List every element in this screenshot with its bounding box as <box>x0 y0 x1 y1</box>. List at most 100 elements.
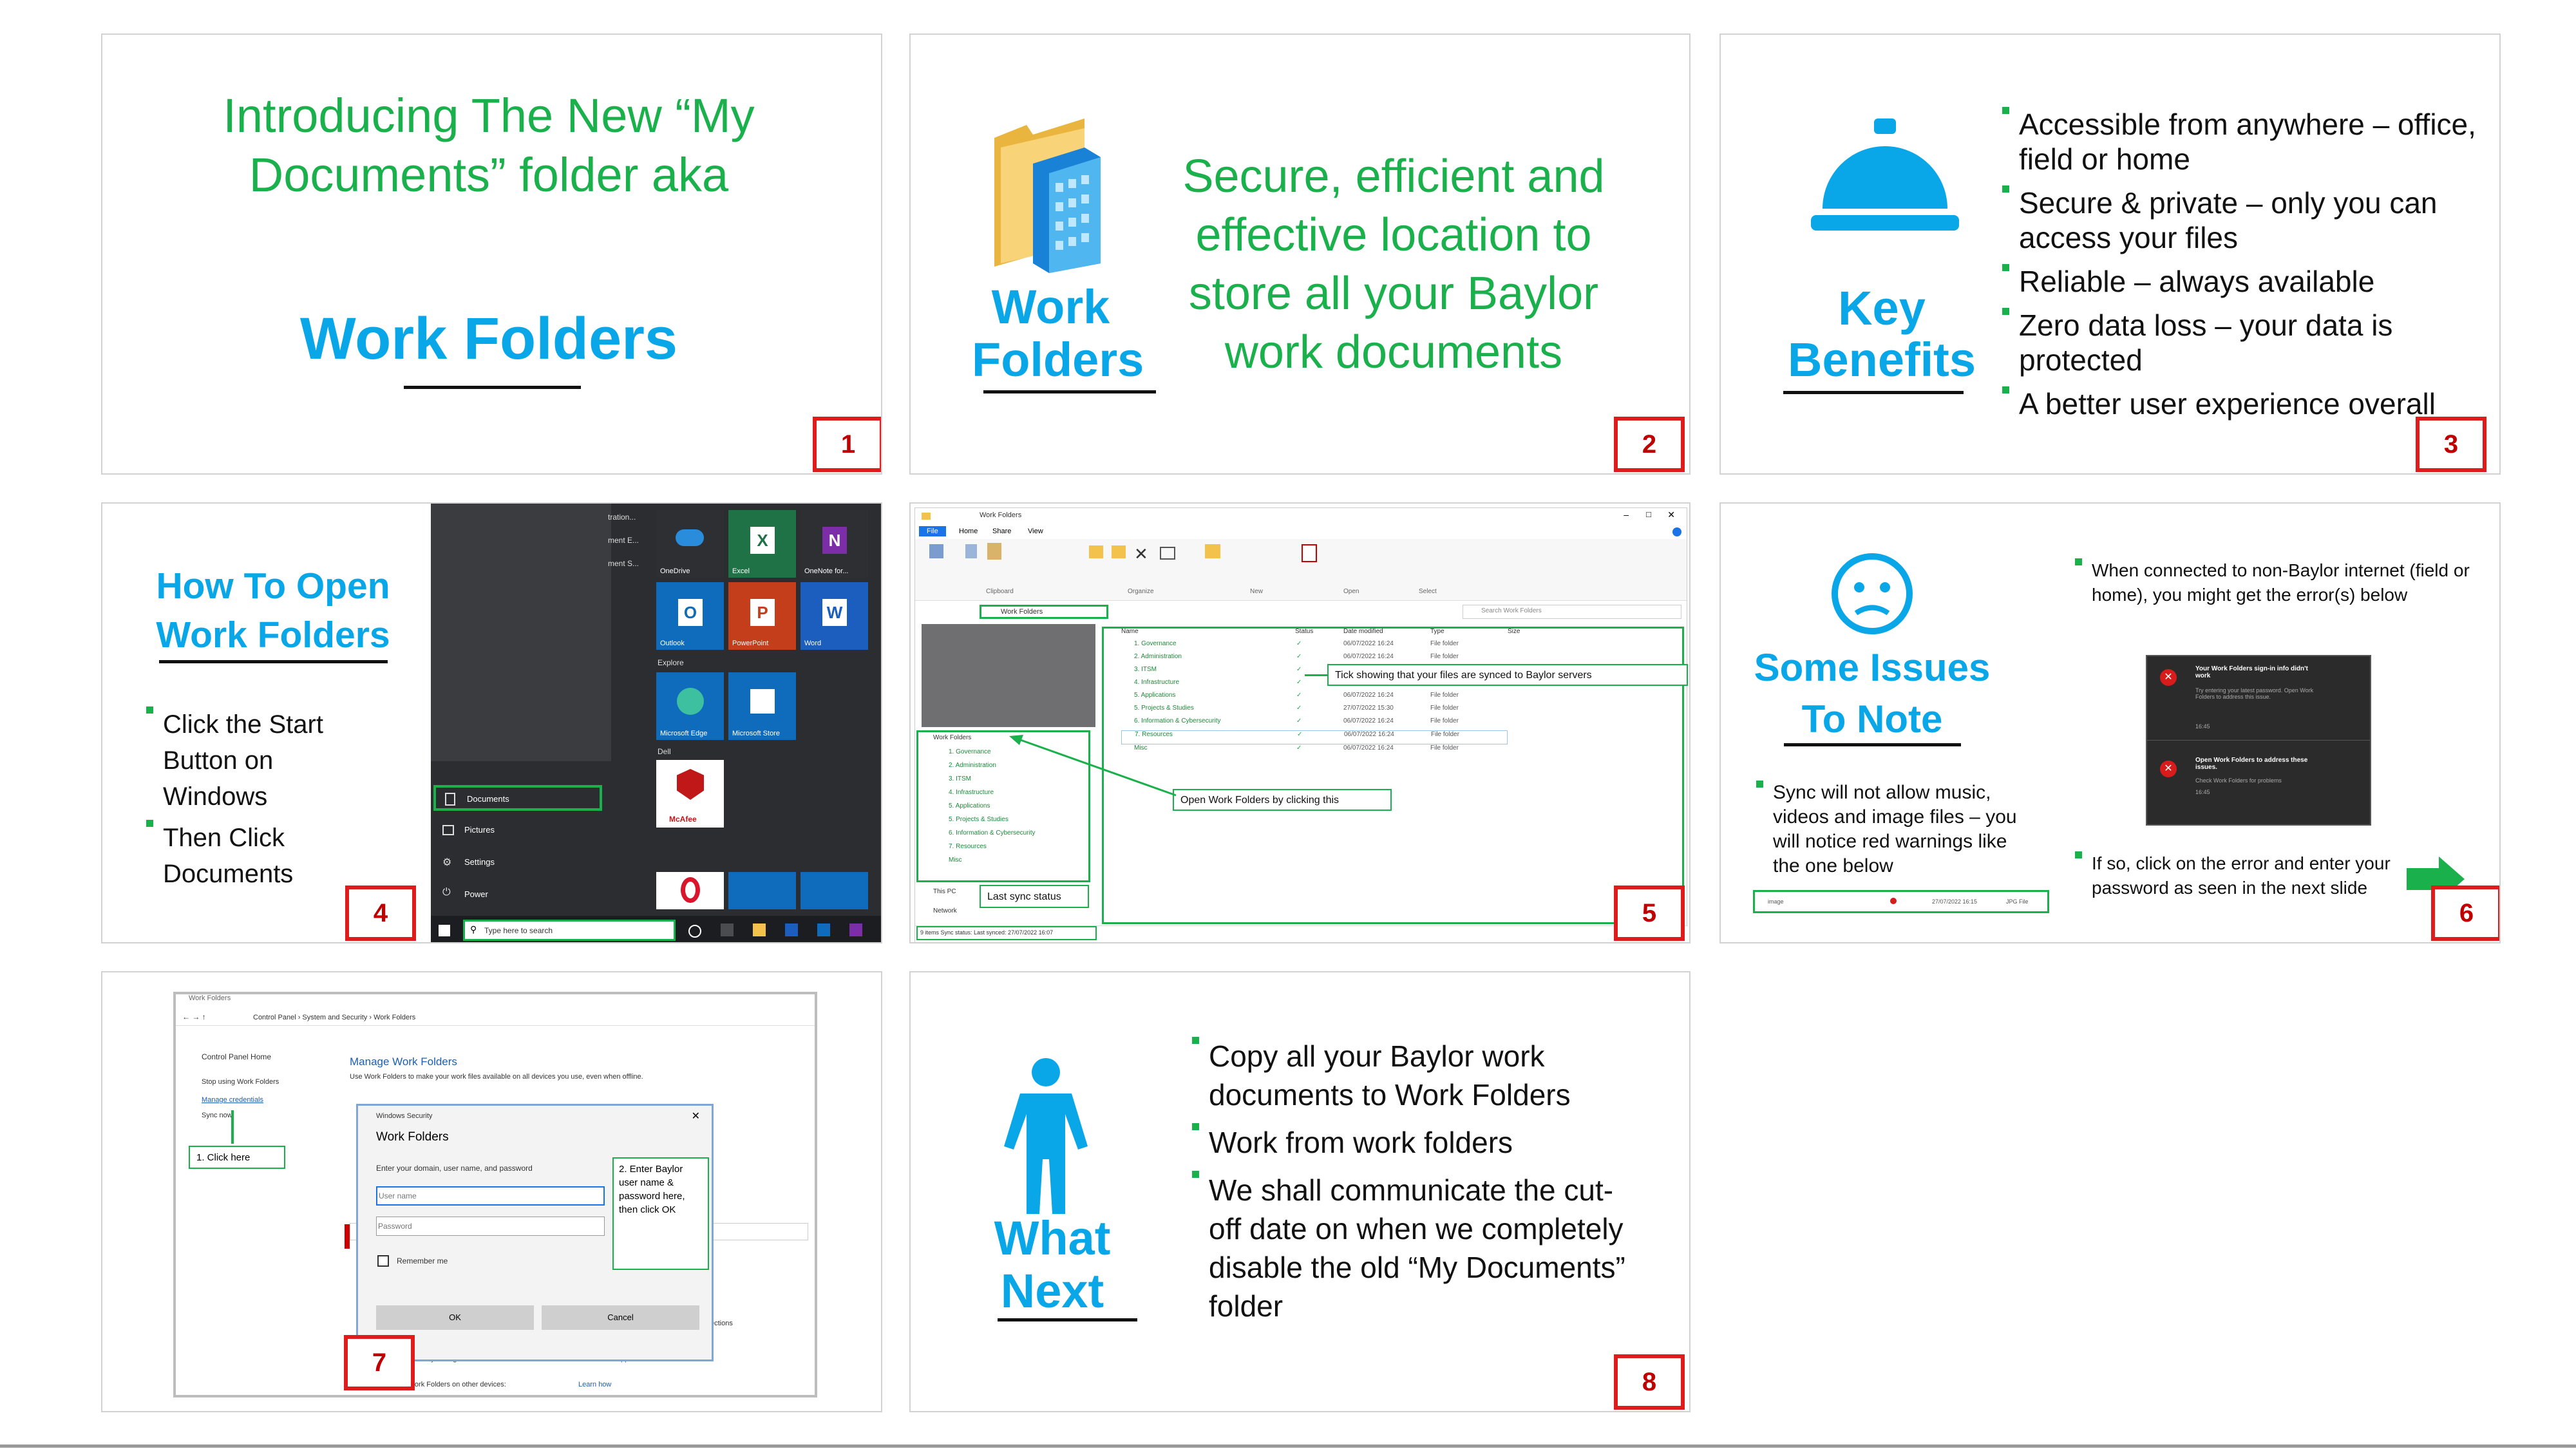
username-field[interactable] <box>376 1186 605 1206</box>
table-row[interactable]: 7. Resources ✓ 06/07/2022 16:24 File folder <box>1121 730 1508 744</box>
slide-8[interactable]: What Next Copy all your Baylor work docu… <box>909 971 1690 1412</box>
tile-opera[interactable] <box>656 872 724 909</box>
cp-link[interactable]: Control Panel Home <box>202 1052 271 1061</box>
ribbon-group-label: New <box>1250 588 1264 595</box>
taskbar-app-icon[interactable] <box>817 923 830 936</box>
nav-item[interactable]: 4. Infrastructure <box>949 789 994 796</box>
taskbar-search-input[interactable]: ⚲ Type here to search <box>463 920 676 941</box>
nav-item-network[interactable]: Network <box>933 907 957 914</box>
start-item-power[interactable]: ⏻ Power <box>433 882 602 907</box>
tile-word[interactable]: Word W <box>800 582 868 650</box>
pin-icon[interactable] <box>929 544 943 558</box>
slide-2[interactable]: Work Folders Secure, efficient and effec… <box>909 33 1690 475</box>
slide-4[interactable]: How To Open Work Folders Click the Start… <box>101 502 882 943</box>
new-folder-icon[interactable] <box>1205 544 1220 558</box>
column-header[interactable]: Type <box>1430 628 1444 635</box>
recent-item[interactable]: ment E... <box>608 536 639 545</box>
slide-6[interactable]: Some Issues To Note Sync will not allow … <box>1719 502 2501 943</box>
properties-icon[interactable] <box>1302 544 1317 562</box>
slide-4-title: How To Open Work Folders <box>156 565 390 656</box>
nav-item[interactable]: 2. Administration <box>949 762 996 769</box>
tile-excel[interactable]: Excel X <box>728 510 796 578</box>
slide-7[interactable]: Work Folders ← → ↑ Control Panel › Syste… <box>101 971 882 1412</box>
move-icon[interactable] <box>1089 545 1103 558</box>
password-field[interactable] <box>376 1217 605 1236</box>
nav-item[interactable]: 5. Applications <box>949 802 990 810</box>
maximize-icon[interactable]: □ <box>1646 509 1651 519</box>
nav-item[interactable]: 1. Governance <box>949 748 991 755</box>
column-header[interactable]: Date modified <box>1343 628 1383 635</box>
delete-icon[interactable]: ✕ <box>1134 544 1148 564</box>
taskview-icon[interactable] <box>688 925 701 938</box>
nav-item-this-pc[interactable]: This PC <box>933 888 956 895</box>
table-row[interactable]: 5. Applications ✓ 06/07/2022 16:24 File fol… <box>1121 692 1508 705</box>
windows-start-icon[interactable] <box>439 925 450 936</box>
copy-icon[interactable] <box>965 544 977 558</box>
paste-icon[interactable] <box>987 543 1001 560</box>
taskbar-app-icon[interactable] <box>785 923 798 936</box>
slide-1[interactable]: Introducing The New “My Documents” folde… <box>101 33 882 475</box>
list-item: When connected to non-Baylor internet (f… <box>2075 558 2487 607</box>
tile-powerpoint[interactable]: PowerPoint P <box>728 582 796 650</box>
copy-to-icon[interactable] <box>1112 545 1126 558</box>
nav-item[interactable]: 7. Resources <box>949 843 987 850</box>
slide-3[interactable]: Key Benefits Accessible from anywhere – … <box>1719 33 2501 475</box>
nav-item[interactable]: 6. Information & Cybersecurity <box>949 829 1036 837</box>
manage-credentials-link[interactable]: Manage credentials <box>202 1096 263 1104</box>
table-row[interactable]: 1. Governance ✓ 06/07/2022 16:24 File folde… <box>1121 640 1508 653</box>
tile-sticky[interactable] <box>728 872 796 909</box>
tile-lock[interactable] <box>800 872 868 909</box>
close-icon[interactable]: ✕ <box>692 1110 700 1122</box>
warning-row[interactable]: image 27/07/2022 16:15 JPG File <box>1753 890 2049 913</box>
table-row[interactable]: 5. Projects & Studies ✓ 27/07/2022 15:30 Fi… <box>1121 705 1508 717</box>
rename-icon[interactable] <box>1160 547 1175 560</box>
ok-button[interactable]: OK <box>376 1305 534 1330</box>
table-row[interactable]: 6. Information & Cybersecurity ✓ 06/07/202… <box>1121 717 1508 730</box>
partial-text: ections <box>710 1320 733 1327</box>
back-icon[interactable]: ← → ↑ <box>182 1012 206 1021</box>
cp-link[interactable]: Stop using Work Folders <box>202 1078 279 1086</box>
tile-mcafee[interactable]: McAfee <box>656 760 724 828</box>
outlook-icon: O <box>678 599 703 626</box>
learn-how-link[interactable]: Learn how <box>578 1381 611 1388</box>
tile-onenote[interactable]: OneNote for... N <box>800 510 868 578</box>
tile-onedrive[interactable]: OneDrive <box>656 510 724 578</box>
tab-home[interactable]: Home <box>959 527 978 535</box>
column-header[interactable]: Name <box>1121 628 1139 635</box>
start-item-pictures[interactable]: Pictures <box>433 817 602 843</box>
taskbar-app-icon[interactable] <box>849 923 862 936</box>
start-menu-screenshot: tration... ment E... ment S... OneDrive … <box>431 504 881 942</box>
nav-item[interactable]: Misc <box>949 857 962 864</box>
recent-item[interactable]: ment S... <box>608 559 639 568</box>
recent-item[interactable]: tration... <box>608 513 636 522</box>
taskbar-app-icon[interactable] <box>721 923 734 936</box>
start-item-documents[interactable]: Documents <box>433 785 602 811</box>
search-box[interactable]: Search Work Folders <box>1463 605 1681 619</box>
callout-enter-credentials: 2. Enter Baylor user name & password her… <box>612 1157 709 1270</box>
tile-store[interactable]: Microsoft Store <box>728 672 796 740</box>
notification-signin[interactable]: ✕ Your Work Folders sign-in info didn't … <box>2147 656 2370 740</box>
tab-view[interactable]: View <box>1028 527 1043 535</box>
nav-item[interactable]: 3. ITSM <box>949 775 971 782</box>
remember-checkbox[interactable] <box>377 1255 389 1267</box>
slide-5[interactable]: Work Folders – □ ✕ File Home Share View … <box>909 502 1690 943</box>
column-header[interactable]: Status <box>1295 628 1313 635</box>
nav-item-work-folders[interactable]: Work Folders <box>933 734 971 741</box>
cancel-button[interactable]: Cancel <box>542 1305 699 1330</box>
tile-edge[interactable]: Microsoft Edge <box>656 672 724 740</box>
taskbar-app-icon[interactable] <box>753 923 766 936</box>
help-icon[interactable] <box>1672 527 1681 536</box>
minimize-icon[interactable]: – <box>1624 509 1629 520</box>
start-item-settings[interactable]: ⚙ Settings <box>433 849 602 875</box>
close-icon[interactable]: ✕ <box>1667 509 1675 520</box>
windows-security-dialog: Windows Security ✕ Work Folders Enter yo… <box>356 1104 714 1361</box>
table-row[interactable]: Misc ✓ 06/07/2022 16:24 File folder <box>1121 744 1508 757</box>
nav-item[interactable]: 5. Projects & Studies <box>949 816 1009 823</box>
notification-address[interactable]: ✕ Open Work Folders to address these iss… <box>2147 741 2370 825</box>
tab-file[interactable]: File <box>919 526 946 536</box>
cp-link[interactable]: Sync now <box>202 1112 232 1119</box>
column-header[interactable]: Size <box>1508 628 1520 635</box>
address-bar[interactable]: Work Folders <box>980 605 1108 619</box>
tab-share[interactable]: Share <box>992 527 1011 535</box>
tile-outlook[interactable]: Outlook O <box>656 582 724 650</box>
